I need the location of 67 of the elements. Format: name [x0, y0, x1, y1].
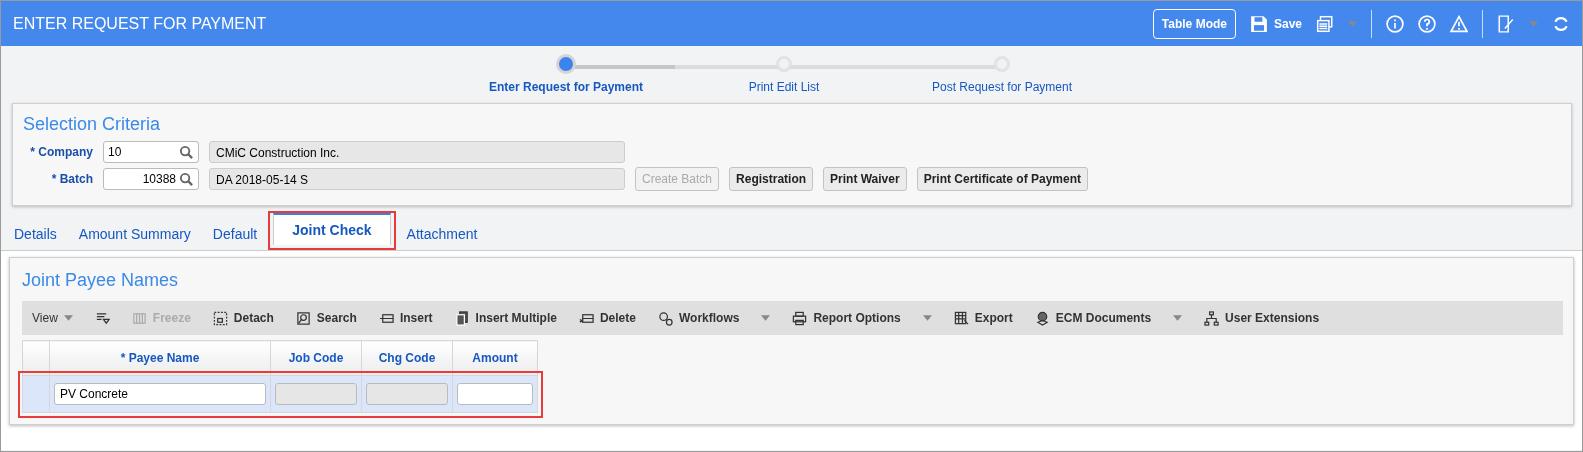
- caret-icon: [1173, 315, 1183, 321]
- documents-icon: [454, 310, 470, 326]
- columns-icon: [131, 310, 147, 326]
- edit-icon[interactable]: [1497, 14, 1515, 33]
- gears-icon: [657, 310, 673, 326]
- spreadsheet-icon: [953, 310, 969, 326]
- column-header[interactable]: Chg Code: [361, 340, 453, 376]
- table-row[interactable]: PV Concrete: [22, 375, 538, 413]
- action-button[interactable]: Registration: [729, 167, 814, 191]
- toolbar-button[interactable]: Detach: [212, 310, 274, 326]
- tab[interactable]: Attachment: [395, 218, 489, 250]
- windows-icon[interactable]: [1316, 14, 1334, 33]
- column-header[interactable]: Amount: [452, 340, 538, 376]
- step-link[interactable]: Print Edit List: [748, 80, 820, 94]
- save-button[interactable]: Save: [1249, 14, 1302, 33]
- search-icon: [179, 144, 194, 160]
- warning-icon[interactable]: [1450, 14, 1468, 33]
- toolbar-dropdown[interactable]: Report Options: [792, 310, 932, 326]
- input-field[interactable]: PV Concrete: [54, 383, 266, 405]
- search-icon: [295, 310, 311, 326]
- toolbar-button[interactable]: Insert: [378, 310, 433, 326]
- step-link[interactable]: Enter Request for Payment: [488, 80, 643, 94]
- tab[interactable]: Joint Check: [273, 213, 391, 245]
- toolbar-dropdown[interactable]: ECM Documents: [1034, 310, 1183, 326]
- toolbar-dropdown[interactable]: Workflows: [657, 310, 771, 326]
- input-field[interactable]: [366, 383, 448, 405]
- view-menu[interactable]: View: [32, 311, 73, 325]
- tab[interactable]: Default: [201, 218, 269, 250]
- search-icon: [179, 171, 194, 187]
- window-title: ENTER REQUEST FOR PAYMENT: [13, 14, 268, 33]
- toolbar-button[interactable]: Delete: [578, 310, 636, 326]
- help-icon[interactable]: [1418, 14, 1436, 33]
- description-field: DA 2018-05-14 S: [209, 168, 625, 190]
- caret-icon: [1529, 20, 1538, 27]
- filter-icon: [94, 310, 110, 326]
- input-field[interactable]: [275, 383, 357, 405]
- table-mode-button[interactable]: Table Mode: [1152, 8, 1236, 39]
- input-field[interactable]: 10: [103, 141, 199, 163]
- input-field[interactable]: 10388: [103, 168, 199, 190]
- section-title: Selection Criteria: [23, 114, 162, 135]
- filter-button[interactable]: [94, 310, 110, 326]
- toolbar-button[interactable]: Export: [953, 310, 1013, 326]
- tab[interactable]: Details: [3, 218, 68, 250]
- input-field[interactable]: [457, 383, 533, 405]
- field-label: * Batch: [50, 172, 93, 186]
- toolbar-button[interactable]: Search: [295, 310, 357, 326]
- caret-icon: [922, 315, 932, 321]
- globe-pin-icon: [1034, 310, 1050, 326]
- refresh-icon[interactable]: [1552, 14, 1570, 33]
- hierarchy-icon: [1204, 310, 1220, 326]
- printer-icon: [792, 310, 808, 326]
- action-button[interactable]: Print Waiver: [823, 167, 907, 191]
- detach-icon: [212, 310, 228, 326]
- caret-icon: [63, 315, 73, 321]
- tab[interactable]: Amount Summary: [67, 218, 202, 250]
- toolbar-button[interactable]: Insert Multiple: [454, 310, 557, 326]
- caret-icon: [1348, 20, 1357, 27]
- description-field: CMiC Construction Inc.: [209, 141, 625, 163]
- column-header[interactable]: Job Code: [270, 340, 362, 376]
- info-icon[interactable]: [1386, 14, 1404, 33]
- field-label: * Company: [29, 145, 93, 159]
- section-title: Joint Payee Names: [22, 270, 180, 291]
- toolbar-button[interactable]: User Extensions: [1204, 310, 1320, 326]
- action-button[interactable]: Print Certificate of Payment: [916, 167, 1088, 191]
- column-header[interactable]: * Payee Name: [49, 340, 271, 376]
- step-link[interactable]: Post Request for Payment: [931, 80, 1073, 94]
- caret-icon: [761, 315, 771, 321]
